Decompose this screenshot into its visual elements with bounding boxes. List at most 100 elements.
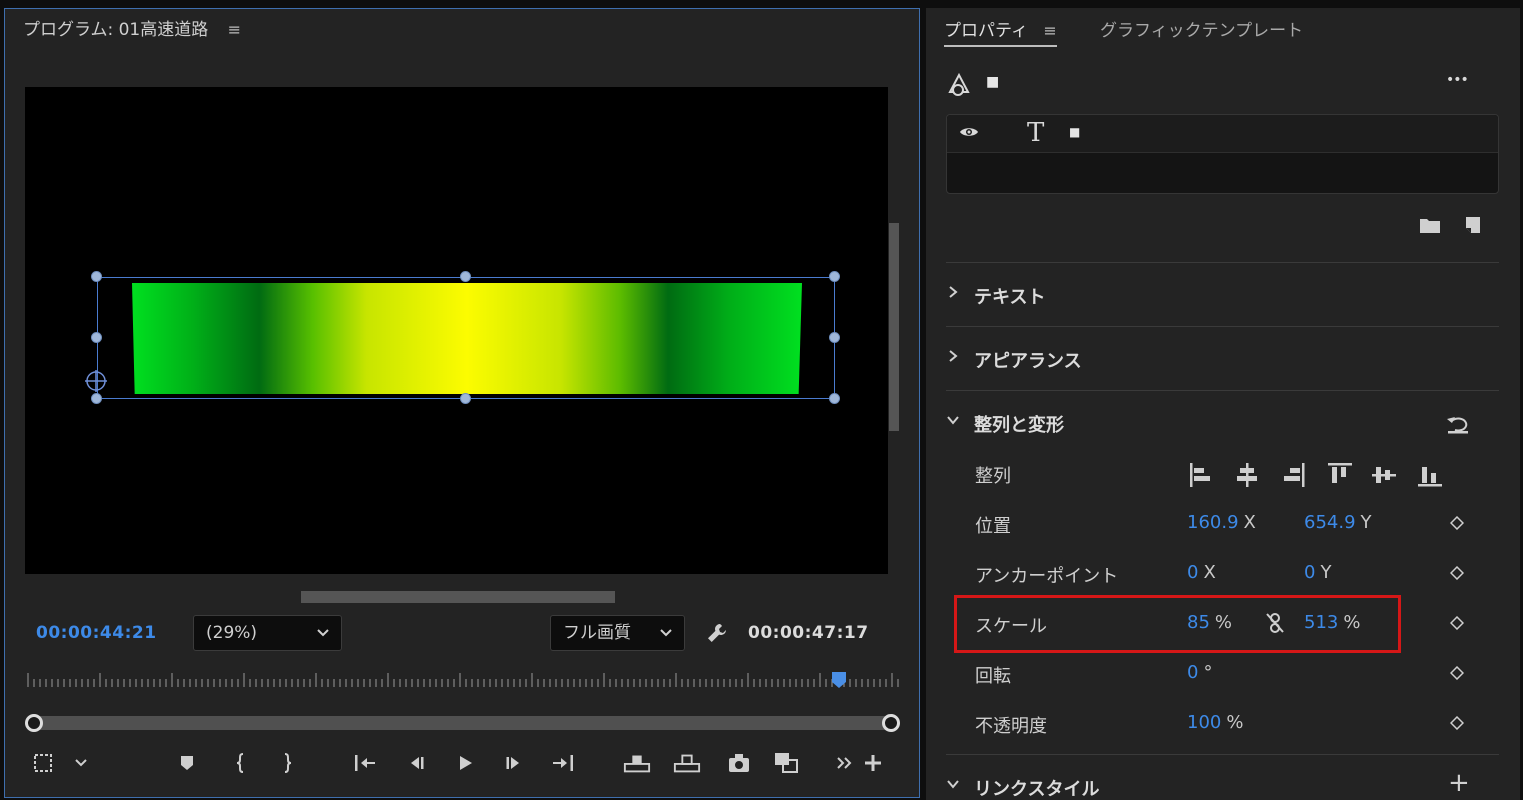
keyframe-diamond-icon[interactable] bbox=[1450, 666, 1464, 680]
transform-handle-mr[interactable] bbox=[829, 332, 840, 343]
opacity-field[interactable]: 100% bbox=[1187, 712, 1243, 733]
new-folder-icon[interactable] bbox=[1419, 216, 1441, 234]
add-link-style-icon[interactable]: + bbox=[1448, 769, 1470, 797]
chevron-down-icon bbox=[317, 629, 329, 637]
rotation-label: 回転 bbox=[975, 666, 1011, 687]
zoom-scroll-bar[interactable] bbox=[33, 716, 897, 730]
transform-handle-br[interactable] bbox=[829, 393, 840, 404]
section-align-transform[interactable]: 整列と変形 bbox=[946, 390, 1499, 454]
position-y-field[interactable]: 654.9 Y bbox=[1304, 512, 1372, 533]
properties-menu-icon[interactable]: ≡ bbox=[1043, 21, 1056, 40]
keyframe-diamond-icon[interactable] bbox=[1450, 516, 1464, 530]
section-appearance[interactable]: アピアランス bbox=[946, 326, 1499, 390]
position-y-unit: Y bbox=[1360, 512, 1372, 533]
align-bottom-icon[interactable] bbox=[1418, 467, 1442, 487]
section-link-style-title: リンクスタイル bbox=[974, 779, 1100, 800]
mark-in-icon bbox=[236, 753, 244, 773]
playback-quality-dropdown[interactable]: フル画質 bbox=[550, 615, 685, 651]
tab-graphic-templates[interactable]: グラフィックテンプレート bbox=[1100, 16, 1303, 41]
safe-margins-button[interactable] bbox=[29, 749, 57, 777]
button-editor-button[interactable] bbox=[859, 749, 887, 777]
extract-button[interactable] bbox=[673, 749, 701, 777]
lift-button[interactable] bbox=[623, 749, 651, 777]
selection-bounding-box[interactable] bbox=[97, 277, 835, 399]
export-frame-button[interactable] bbox=[725, 749, 753, 777]
safe-margins-icon bbox=[34, 754, 52, 772]
current-timecode[interactable]: 00:00:44:21 bbox=[36, 623, 157, 643]
position-x-value[interactable]: 160.9 bbox=[1187, 512, 1239, 533]
add-marker-button[interactable] bbox=[173, 749, 201, 777]
opacity-unit: % bbox=[1226, 712, 1244, 733]
go-to-in-button[interactable] bbox=[351, 749, 379, 777]
more-options-icon[interactable]: ••• bbox=[1446, 72, 1469, 88]
align-top-icon[interactable] bbox=[1328, 463, 1352, 483]
zoom-scroll-handle-right[interactable] bbox=[882, 714, 900, 732]
keyframe-diamond-icon[interactable] bbox=[1450, 716, 1464, 730]
tab-properties-label: プロパティ bbox=[944, 21, 1028, 41]
layer-row-text[interactable]: T ■ bbox=[947, 115, 1498, 153]
playhead-marker[interactable] bbox=[831, 671, 847, 689]
scale-highlight-annotation bbox=[954, 595, 1401, 653]
transform-handle-bc[interactable] bbox=[460, 393, 471, 404]
mark-out-icon bbox=[284, 753, 292, 773]
program-panel-menu-icon[interactable]: ≡ bbox=[228, 20, 241, 39]
play-icon bbox=[460, 756, 472, 770]
align-left-icon[interactable] bbox=[1190, 463, 1210, 487]
transform-handle-ml[interactable] bbox=[91, 332, 102, 343]
zoom-scroll-handle-left[interactable] bbox=[25, 714, 43, 732]
opacity-label: 不透明度 bbox=[975, 716, 1047, 737]
anchor-y-value[interactable]: 0 bbox=[1304, 562, 1315, 583]
transform-handle-tc[interactable] bbox=[460, 271, 471, 282]
keyframe-diamond-icon[interactable] bbox=[1450, 616, 1464, 630]
align-center-vertical-icon[interactable] bbox=[1372, 467, 1396, 483]
more-controls-button[interactable] bbox=[831, 749, 859, 777]
time-ruler[interactable] bbox=[25, 669, 901, 693]
total-duration-timecode: 00:00:47:17 bbox=[748, 623, 869, 643]
align-center-horizontal-icon[interactable] bbox=[1237, 463, 1257, 487]
comparison-view-button[interactable] bbox=[773, 749, 801, 777]
mark-in-button[interactable] bbox=[227, 749, 255, 777]
wrench-settings-icon[interactable] bbox=[705, 621, 729, 645]
program-title-text: プログラム: 01高速道路 bbox=[23, 20, 209, 40]
horizontal-scrollbar[interactable] bbox=[301, 591, 615, 603]
anchor-x-field[interactable]: 0X bbox=[1187, 562, 1216, 583]
play-button[interactable] bbox=[451, 749, 479, 777]
anchor-point-label: アンカーポイント bbox=[975, 566, 1119, 587]
section-text-title: テキスト bbox=[974, 287, 1046, 308]
new-layer-icon[interactable] bbox=[1464, 215, 1482, 235]
step-forward-button[interactable] bbox=[499, 749, 527, 777]
playback-quality-value: フル画質 bbox=[563, 623, 631, 643]
anchor-x-value[interactable]: 0 bbox=[1187, 562, 1198, 583]
go-to-out-button[interactable] bbox=[549, 749, 577, 777]
keyframe-diamond-icon[interactable] bbox=[1450, 566, 1464, 580]
double-chevron-right-icon bbox=[837, 757, 852, 769]
eye-visibility-icon[interactable] bbox=[959, 125, 979, 139]
transform-handle-tr[interactable] bbox=[829, 271, 840, 282]
program-monitor-panel: プログラム: 01高速道路 ≡ 00:00:44:21 (29%) フル画質 0… bbox=[4, 8, 920, 798]
safe-margins-menu-button[interactable] bbox=[67, 749, 95, 777]
zoom-level-dropdown[interactable]: (29%) bbox=[193, 615, 342, 651]
transform-handle-tl[interactable] bbox=[91, 271, 102, 282]
section-link-style[interactable]: リンクスタイル + bbox=[946, 754, 1499, 800]
rotation-value[interactable]: 0 bbox=[1187, 662, 1198, 683]
rotation-field[interactable]: 0 ° bbox=[1187, 662, 1212, 683]
section-text[interactable]: テキスト bbox=[946, 262, 1499, 326]
transform-handle-bl[interactable] bbox=[91, 393, 102, 404]
chevron-down-icon bbox=[947, 416, 959, 425]
reset-icon[interactable] bbox=[1446, 413, 1470, 435]
mark-out-button[interactable] bbox=[273, 749, 301, 777]
tab-properties[interactable]: プロパティ ≡ bbox=[944, 16, 1057, 47]
anchor-y-field[interactable]: 0Y bbox=[1304, 562, 1331, 583]
align-right-icon[interactable] bbox=[1284, 463, 1305, 487]
opacity-value[interactable]: 100 bbox=[1187, 712, 1221, 733]
position-y-value[interactable]: 654.9 bbox=[1304, 512, 1356, 533]
anchor-x-unit: X bbox=[1203, 562, 1216, 583]
anchor-point-icon[interactable] bbox=[84, 369, 108, 393]
vertical-scrollbar[interactable] bbox=[889, 223, 899, 431]
section-align-transform-title: 整列と変形 bbox=[974, 415, 1064, 436]
position-x-field[interactable]: 160.9 X bbox=[1187, 512, 1256, 533]
go-to-out-icon bbox=[553, 755, 573, 771]
layer-color-swatch: ■ bbox=[1069, 125, 1081, 139]
video-preview[interactable] bbox=[25, 87, 888, 574]
step-back-button[interactable] bbox=[403, 749, 431, 777]
